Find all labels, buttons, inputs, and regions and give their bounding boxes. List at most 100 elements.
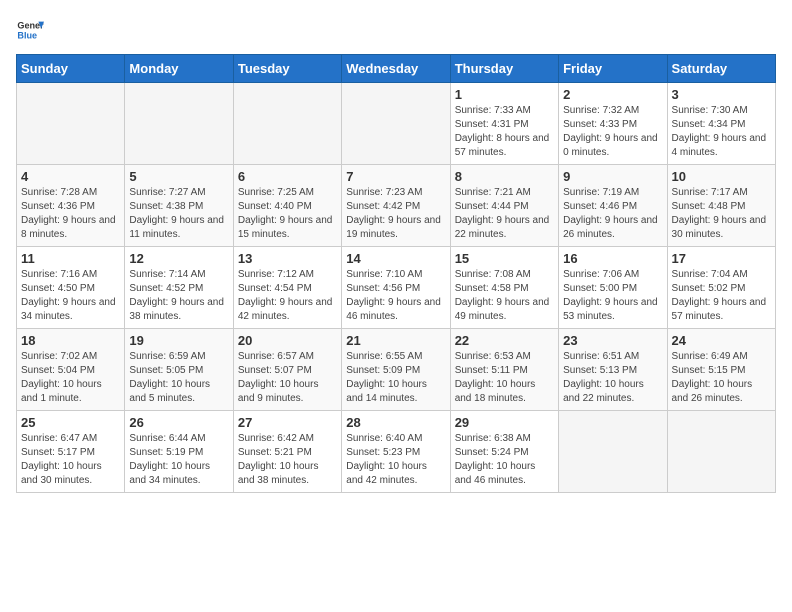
day-number: 22 <box>455 333 554 348</box>
svg-text:Blue: Blue <box>17 30 37 40</box>
day-number: 18 <box>21 333 120 348</box>
calendar-cell: 29Sunrise: 6:38 AMSunset: 5:24 PMDayligh… <box>450 411 558 493</box>
calendar-cell: 26 Sunrise: 6:44 AMSunset: 5:19 PMDayligh… <box>125 411 233 493</box>
weekday-header-monday: Monday <box>125 55 233 83</box>
calendar-cell: 8Sunrise: 7:21 AMSunset: 4:44 PMDaylight… <box>450 165 558 247</box>
calendar-cell: 24 Sunrise: 6:49 AMSunset: 5:15 PMDayligh… <box>667 329 775 411</box>
day-info: Sunrise: 6:44 AMSunset: 5:19 PMDaylight:… <box>129 432 228 488</box>
calendar-cell <box>342 83 450 165</box>
day-number: 26 <box>129 415 228 430</box>
day-info: Sunrise: 7:30 AMSunset: 4:34 PMDaylight:… <box>672 104 771 160</box>
day-info: Sunrise: 7:14 AMSunset: 4:52 PMDaylight:… <box>129 268 228 324</box>
day-number: 21 <box>346 333 445 348</box>
calendar-cell: 16 Sunrise: 7:06 AMSunset: 5:00 PMDayligh… <box>559 247 667 329</box>
day-info: Sunrise: 7:23 AMSunset: 4:42 PMDaylight:… <box>346 186 445 242</box>
calendar-week-2: 11Sunrise: 7:16 AMSunset: 4:50 PMDayligh… <box>17 247 776 329</box>
day-info: Sunrise: 7:12 AMSunset: 4:54 PMDaylight:… <box>238 268 337 324</box>
logo-icon: General Blue <box>16 16 44 44</box>
day-info: Sunrise: 7:27 AMSunset: 4:38 PMDaylight:… <box>129 186 228 242</box>
calendar-cell: 11Sunrise: 7:16 AMSunset: 4:50 PMDayligh… <box>17 247 125 329</box>
day-info: Sunrise: 6:51 AMSunset: 5:13 PMDaylight:… <box>563 350 662 406</box>
day-info: Sunrise: 7:10 AMSunset: 4:56 PMDaylight:… <box>346 268 445 324</box>
calendar-cell: 9Sunrise: 7:19 AMSunset: 4:46 PMDaylight… <box>559 165 667 247</box>
calendar-cell <box>559 411 667 493</box>
day-number: 1 <box>455 87 554 102</box>
calendar-cell: 6 Sunrise: 7:25 AMSunset: 4:40 PMDaylight… <box>233 165 341 247</box>
day-number: 12 <box>129 251 228 266</box>
day-number: 13 <box>238 251 337 266</box>
day-number: 8 <box>455 169 554 184</box>
day-info: Sunrise: 7:32 AMSunset: 4:33 PMDaylight:… <box>563 104 662 160</box>
calendar-cell: 10 Sunrise: 7:17 AMSunset: 4:48 PMDayligh… <box>667 165 775 247</box>
day-info: Sunrise: 7:25 AMSunset: 4:40 PMDaylight:… <box>238 186 337 242</box>
day-number: 10 <box>672 169 771 184</box>
calendar-cell: 23 Sunrise: 6:51 AMSunset: 5:13 PMDayligh… <box>559 329 667 411</box>
day-info: Sunrise: 7:17 AMSunset: 4:48 PMDaylight:… <box>672 186 771 242</box>
day-number: 23 <box>563 333 662 348</box>
day-info: Sunrise: 6:55 AMSunset: 5:09 PMDaylight:… <box>346 350 445 406</box>
calendar-cell: 5 Sunrise: 7:27 AMSunset: 4:38 PMDaylight… <box>125 165 233 247</box>
day-number: 7 <box>346 169 445 184</box>
calendar-cell: 27Sunrise: 6:42 AMSunset: 5:21 PMDayligh… <box>233 411 341 493</box>
day-info: Sunrise: 6:49 AMSunset: 5:15 PMDaylight:… <box>672 350 771 406</box>
day-info: Sunrise: 7:02 AMSunset: 5:04 PMDaylight:… <box>21 350 120 406</box>
day-number: 6 <box>238 169 337 184</box>
calendar-cell: 7 Sunrise: 7:23 AMSunset: 4:42 PMDaylight… <box>342 165 450 247</box>
logo: General Blue <box>16 16 48 44</box>
calendar-week-4: 25 Sunrise: 6:47 AMSunset: 5:17 PMDayligh… <box>17 411 776 493</box>
day-number: 29 <box>455 415 554 430</box>
day-number: 5 <box>129 169 228 184</box>
day-info: Sunrise: 7:33 AMSunset: 4:31 PMDaylight:… <box>455 104 554 160</box>
calendar-cell: 22Sunrise: 6:53 AMSunset: 5:11 PMDayligh… <box>450 329 558 411</box>
calendar-cell: 1 Sunrise: 7:33 AMSunset: 4:31 PMDaylight… <box>450 83 558 165</box>
calendar-cell <box>233 83 341 165</box>
header: General Blue <box>16 16 776 44</box>
calendar-cell <box>17 83 125 165</box>
day-number: 19 <box>129 333 228 348</box>
calendar-cell: 12 Sunrise: 7:14 AMSunset: 4:52 PMDayligh… <box>125 247 233 329</box>
day-info: Sunrise: 6:47 AMSunset: 5:17 PMDaylight:… <box>21 432 120 488</box>
calendar-cell: 17Sunrise: 7:04 AMSunset: 5:02 PMDayligh… <box>667 247 775 329</box>
day-number: 25 <box>21 415 120 430</box>
calendar-cell: 2 Sunrise: 7:32 AMSunset: 4:33 PMDaylight… <box>559 83 667 165</box>
calendar-cell: 25 Sunrise: 6:47 AMSunset: 5:17 PMDayligh… <box>17 411 125 493</box>
day-number: 20 <box>238 333 337 348</box>
calendar-week-1: 4 Sunrise: 7:28 AMSunset: 4:36 PMDaylight… <box>17 165 776 247</box>
calendar-cell: 13 Sunrise: 7:12 AMSunset: 4:54 PMDayligh… <box>233 247 341 329</box>
calendar-cell <box>667 411 775 493</box>
day-number: 17 <box>672 251 771 266</box>
day-number: 9 <box>563 169 662 184</box>
weekday-header-thursday: Thursday <box>450 55 558 83</box>
day-number: 4 <box>21 169 120 184</box>
day-info: Sunrise: 7:28 AMSunset: 4:36 PMDaylight:… <box>21 186 120 242</box>
calendar-week-0: 1 Sunrise: 7:33 AMSunset: 4:31 PMDaylight… <box>17 83 776 165</box>
day-info: Sunrise: 6:40 AMSunset: 5:23 PMDaylight:… <box>346 432 445 488</box>
calendar-cell <box>125 83 233 165</box>
calendar-table: SundayMondayTuesdayWednesdayThursdayFrid… <box>16 54 776 493</box>
calendar-body: 1 Sunrise: 7:33 AMSunset: 4:31 PMDaylight… <box>17 83 776 493</box>
day-number: 28 <box>346 415 445 430</box>
day-number: 24 <box>672 333 771 348</box>
weekday-header-saturday: Saturday <box>667 55 775 83</box>
day-number: 16 <box>563 251 662 266</box>
day-info: Sunrise: 6:57 AMSunset: 5:07 PMDaylight:… <box>238 350 337 406</box>
calendar-cell: 15Sunrise: 7:08 AMSunset: 4:58 PMDayligh… <box>450 247 558 329</box>
calendar-cell: 19 Sunrise: 6:59 AMSunset: 5:05 PMDayligh… <box>125 329 233 411</box>
calendar-cell: 4 Sunrise: 7:28 AMSunset: 4:36 PMDaylight… <box>17 165 125 247</box>
calendar-cell: 21 Sunrise: 6:55 AMSunset: 5:09 PMDayligh… <box>342 329 450 411</box>
day-info: Sunrise: 6:59 AMSunset: 5:05 PMDaylight:… <box>129 350 228 406</box>
calendar-cell: 20 Sunrise: 6:57 AMSunset: 5:07 PMDayligh… <box>233 329 341 411</box>
day-info: Sunrise: 7:16 AMSunset: 4:50 PMDaylight:… <box>21 268 120 324</box>
calendar-cell: 3 Sunrise: 7:30 AMSunset: 4:34 PMDaylight… <box>667 83 775 165</box>
weekday-header-sunday: Sunday <box>17 55 125 83</box>
weekday-header-wednesday: Wednesday <box>342 55 450 83</box>
day-number: 2 <box>563 87 662 102</box>
calendar-cell: 14 Sunrise: 7:10 AMSunset: 4:56 PMDayligh… <box>342 247 450 329</box>
weekday-header-tuesday: Tuesday <box>233 55 341 83</box>
day-number: 27 <box>238 415 337 430</box>
day-number: 14 <box>346 251 445 266</box>
day-number: 15 <box>455 251 554 266</box>
day-info: Sunrise: 7:06 AMSunset: 5:00 PMDaylight:… <box>563 268 662 324</box>
weekday-header-friday: Friday <box>559 55 667 83</box>
day-number: 3 <box>672 87 771 102</box>
